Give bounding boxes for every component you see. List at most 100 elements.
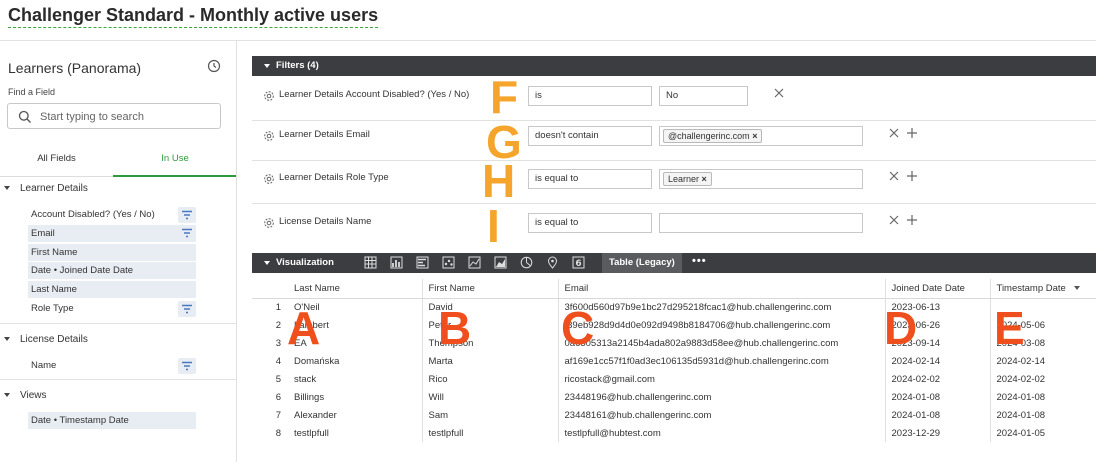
cell-timestamp-date: 2024-02-14 <box>989 352 1096 370</box>
search-icon <box>18 110 31 123</box>
field-email[interactable]: Email <box>28 225 196 242</box>
field-search[interactable] <box>7 103 221 129</box>
tab-in-use[interactable]: In Use <box>113 144 236 177</box>
filter-icon[interactable] <box>178 207 196 223</box>
chip-remove-icon[interactable]: × <box>702 174 707 184</box>
field-joined-date[interactable]: Date • Joined Date Date <box>28 262 196 279</box>
value-chip: @challengerinc.com × <box>663 129 763 143</box>
row-number: 8 <box>275 427 281 439</box>
scatter-icon[interactable] <box>442 256 455 269</box>
row-number: 2 <box>275 319 281 331</box>
gear-icon[interactable] <box>263 90 275 102</box>
field-role-type[interactable]: Role Type <box>28 300 196 317</box>
filter-operator-select[interactable]: is equal to <box>528 213 652 233</box>
cell-email: 23448196@hub.challengerinc.com <box>557 388 885 406</box>
filter-operator-select[interactable]: is equal to <box>528 169 652 189</box>
row-number: 7 <box>275 409 281 421</box>
filter-icon[interactable] <box>178 358 196 374</box>
filter-value-input[interactable] <box>659 213 863 233</box>
divider <box>0 323 236 324</box>
area-chart-icon[interactable] <box>494 256 507 269</box>
filter-icon[interactable] <box>178 225 196 241</box>
annotation-letter-c: C <box>561 302 595 354</box>
visualization-title: Visualization <box>276 257 334 268</box>
cell-first-name: Marta <box>421 352 558 370</box>
cell-joined-date: 2024-02-02 <box>884 370 990 388</box>
add-icon[interactable] <box>906 170 918 182</box>
close-icon[interactable] <box>888 127 900 139</box>
cell-joined-date: 2024-01-08 <box>884 388 990 406</box>
column-header-first-name[interactable]: First Name <box>421 279 558 299</box>
tab-table-legacy[interactable]: Table (Legacy) <box>602 253 682 273</box>
title-bar: Challenger Standard - Monthly active use… <box>0 0 1096 41</box>
gear-icon[interactable] <box>263 130 275 142</box>
filter-operator-select[interactable]: is <box>528 86 652 106</box>
table-row: 1 O'Neil David 3f600d560d97b9e1bc27d295218f… <box>252 298 1096 316</box>
close-icon[interactable] <box>773 87 785 99</box>
cell-first-name: testlpfull <box>421 424 558 442</box>
results-table: Last Name First Name Email Joined Date D… <box>252 279 1096 442</box>
field-timestamp-date[interactable]: Date • Timestamp Date <box>28 412 196 429</box>
field-picker-sidebar: Learners (Panorama) Find a Field All Fie… <box>0 41 237 462</box>
field-first-name[interactable]: First Name <box>28 244 196 261</box>
line-chart-icon[interactable] <box>468 256 481 269</box>
chip-remove-icon[interactable]: × <box>752 131 757 141</box>
column-header-timestamp-date[interactable]: Timestamp Date <box>989 279 1096 299</box>
more-options-icon[interactable]: ••• <box>692 255 707 267</box>
cell-joined-date: 2024-02-14 <box>884 352 990 370</box>
annotation-letter-i: I <box>487 200 500 252</box>
map-pin-icon[interactable] <box>546 256 559 269</box>
group-learner-details[interactable]: Learner Details <box>0 181 236 199</box>
sort-desc-icon[interactable] <box>1073 286 1080 291</box>
table-row: 3 EA Thompson 0a6505313a2145b4ada802a9883d5… <box>252 334 1096 352</box>
cell-joined-date: 2024-01-08 <box>884 406 990 424</box>
column-header-email[interactable]: Email <box>557 279 885 299</box>
filter-row-email: Learner Details Email doesn't contain @c… <box>252 117 1096 161</box>
cell-timestamp-date: 2024-01-08 <box>989 406 1096 424</box>
filter-icon[interactable] <box>178 301 196 317</box>
close-icon[interactable] <box>888 214 900 226</box>
group-label: Views <box>20 390 47 401</box>
column-chart-icon[interactable] <box>416 256 429 269</box>
caret-down-icon <box>4 337 10 341</box>
visualization-header[interactable]: Visualization 6 Table (Legacy) ••• <box>252 253 1096 273</box>
close-icon[interactable] <box>888 170 900 182</box>
group-license-details[interactable]: License Details <box>0 332 236 350</box>
group-views[interactable]: Views <box>0 388 236 406</box>
search-input[interactable] <box>40 108 215 125</box>
svg-text:6: 6 <box>575 259 581 269</box>
field-last-name[interactable]: Last Name <box>28 281 196 298</box>
bar-chart-icon[interactable] <box>390 256 403 269</box>
filter-value-input[interactable]: @challengerinc.com × <box>659 126 863 146</box>
gear-icon[interactable] <box>263 173 275 185</box>
annotation-letter-d: D <box>884 302 918 354</box>
history-icon[interactable] <box>207 59 221 73</box>
single-value-icon[interactable]: 6 <box>572 256 585 269</box>
cell-first-name: Sam <box>421 406 558 424</box>
chip-label: @challengerinc.com <box>668 131 750 141</box>
pie-chart-icon[interactable] <box>520 256 533 269</box>
filter-operator-select[interactable]: doesn't contain <box>528 126 652 146</box>
filter-value-select[interactable]: No <box>659 86 748 106</box>
annotation-letter-e: E <box>994 302 1025 354</box>
add-icon[interactable] <box>906 214 918 226</box>
column-header-last-name[interactable]: Last Name <box>288 279 422 299</box>
cell-first-name: Rico <box>421 370 558 388</box>
field-account-disabled[interactable]: Account Disabled? (Yes / No) <box>28 206 196 223</box>
add-icon[interactable] <box>906 127 918 139</box>
caret-down-icon <box>4 186 10 190</box>
filters-header[interactable]: Filters (4) <box>252 56 1096 76</box>
table-icon[interactable] <box>364 256 377 269</box>
table-header-row: Last Name First Name Email Joined Date D… <box>252 279 1096 299</box>
find-field-label: Find a Field <box>8 87 56 97</box>
filter-row-account-disabled: Learner Details Account Disabled? (Yes /… <box>252 77 1096 121</box>
filter-field-name: Learner Details Email <box>279 129 370 140</box>
column-header-joined-date[interactable]: Joined Date Date <box>884 279 990 299</box>
gear-icon[interactable] <box>263 217 275 229</box>
filter-value-input[interactable]: Learner × <box>659 169 863 189</box>
cell-timestamp-date: 2024-01-08 <box>989 388 1096 406</box>
tab-all-fields[interactable]: All Fields <box>0 144 113 177</box>
filter-field-name: Learner Details Role Type <box>279 172 389 183</box>
field-license-name[interactable]: Name <box>28 357 196 374</box>
page-title[interactable]: Challenger Standard - Monthly active use… <box>8 5 379 28</box>
